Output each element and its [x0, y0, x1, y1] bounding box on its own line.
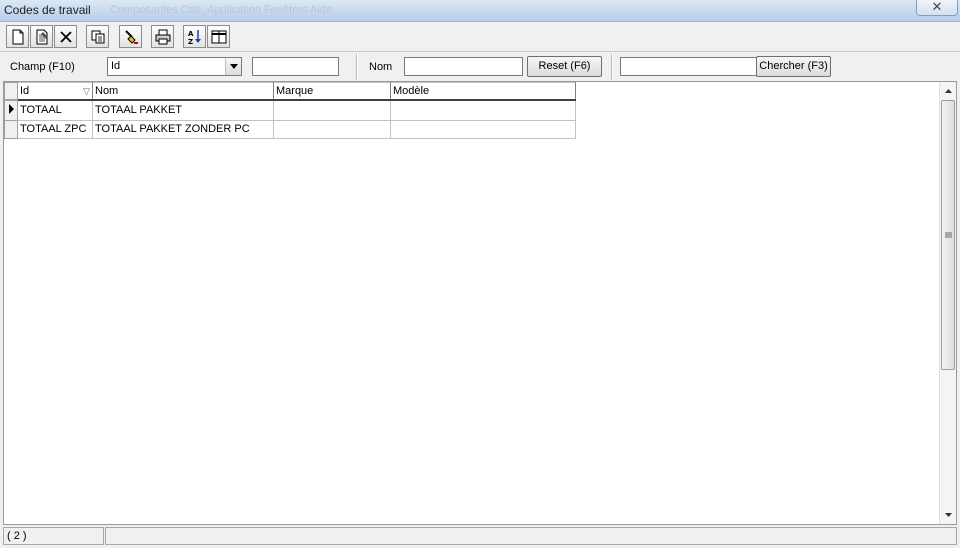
- scroll-down-icon[interactable]: [940, 506, 956, 523]
- grip-icon: [944, 232, 952, 238]
- cell-id[interactable]: TOTAAL: [17, 99, 93, 121]
- grid-table: Id ▽ Nom Marque Modèle TOTAAL TOTAAL PAK…: [4, 82, 576, 139]
- status-bar: ( 2 ): [3, 527, 957, 546]
- sort-button[interactable]: AZ: [183, 25, 206, 48]
- background-menu-ghost: Composantes Cde_Application Fenêtres Aid…: [110, 4, 332, 16]
- print-button[interactable]: [151, 25, 174, 48]
- vertical-scrollbar[interactable]: [939, 82, 956, 524]
- grid-header-row: Id ▽ Nom Marque Modèle: [4, 82, 576, 101]
- window-title: Codes de travail: [4, 3, 91, 17]
- search-button[interactable]: Chercher (F3): [756, 56, 831, 77]
- field-value-input[interactable]: [252, 57, 339, 76]
- svg-text:Z: Z: [188, 38, 193, 45]
- cell-modele[interactable]: [390, 99, 576, 121]
- reset-button[interactable]: Reset (F6): [527, 56, 602, 77]
- columns-icon: [211, 30, 226, 43]
- cell-modele[interactable]: [390, 119, 576, 139]
- cell-marque[interactable]: [273, 119, 391, 139]
- svg-text:A: A: [188, 30, 194, 38]
- copy-button[interactable]: [86, 25, 109, 48]
- cell-nom[interactable]: TOTAAL PAKKET: [92, 99, 274, 121]
- columns-button[interactable]: [207, 25, 230, 48]
- status-message: [105, 527, 957, 545]
- new-button[interactable]: [6, 25, 29, 48]
- close-button[interactable]: ✕: [916, 0, 958, 16]
- table-row[interactable]: TOTAAL ZPC TOTAAL PAKKET ZONDER PC: [4, 119, 576, 139]
- delete-icon: [59, 30, 72, 43]
- edit-button[interactable]: [30, 25, 53, 48]
- filter-button[interactable]: [119, 25, 142, 48]
- chevron-down-icon[interactable]: [225, 58, 241, 75]
- cell-nom[interactable]: TOTAAL PAKKET ZONDER PC: [92, 119, 274, 139]
- cell-marque[interactable]: [273, 99, 391, 121]
- sort-indicator-icon: ▽: [83, 85, 90, 96]
- toolbar: AZ: [4, 25, 956, 49]
- table-row[interactable]: TOTAAL TOTAAL PAKKET: [4, 99, 576, 121]
- data-grid[interactable]: Id ▽ Nom Marque Modèle TOTAAL TOTAAL PAK…: [3, 81, 957, 525]
- filter-bar: Champ (F10) Id Nom Reset (F6) Chercher (…: [0, 51, 960, 81]
- scroll-thumb[interactable]: [941, 100, 955, 370]
- field-label: Champ (F10): [10, 61, 75, 73]
- column-header-nom[interactable]: Nom: [92, 82, 274, 101]
- column-header-modele[interactable]: Modèle: [390, 82, 576, 101]
- row-indicator-header: [4, 82, 18, 101]
- scroll-up-icon[interactable]: [940, 82, 956, 99]
- name-label: Nom: [369, 61, 393, 73]
- name-input[interactable]: [404, 57, 523, 76]
- close-icon: ✕: [931, 0, 943, 14]
- title-bar: Codes de travail Composantes Cde_Applica…: [0, 0, 960, 22]
- column-header-marque[interactable]: Marque: [273, 82, 391, 101]
- copy-icon: [91, 30, 104, 43]
- search-input[interactable]: [620, 57, 757, 76]
- separator: [356, 54, 358, 80]
- sort-az-icon: AZ: [188, 29, 201, 45]
- filter-brush-icon: [124, 29, 138, 44]
- separator: [611, 54, 613, 80]
- delete-button[interactable]: [54, 25, 77, 48]
- record-count: ( 2 ): [3, 527, 104, 545]
- field-select-value: Id: [111, 60, 121, 72]
- field-select[interactable]: Id: [107, 57, 242, 76]
- current-row-indicator-icon[interactable]: [4, 99, 18, 121]
- column-header-id[interactable]: Id ▽: [17, 82, 93, 101]
- cell-id[interactable]: TOTAAL ZPC: [17, 119, 93, 139]
- print-icon: [155, 29, 170, 44]
- edit-record-icon: [36, 29, 48, 44]
- new-document-icon: [12, 29, 23, 44]
- row-selector[interactable]: [4, 119, 18, 139]
